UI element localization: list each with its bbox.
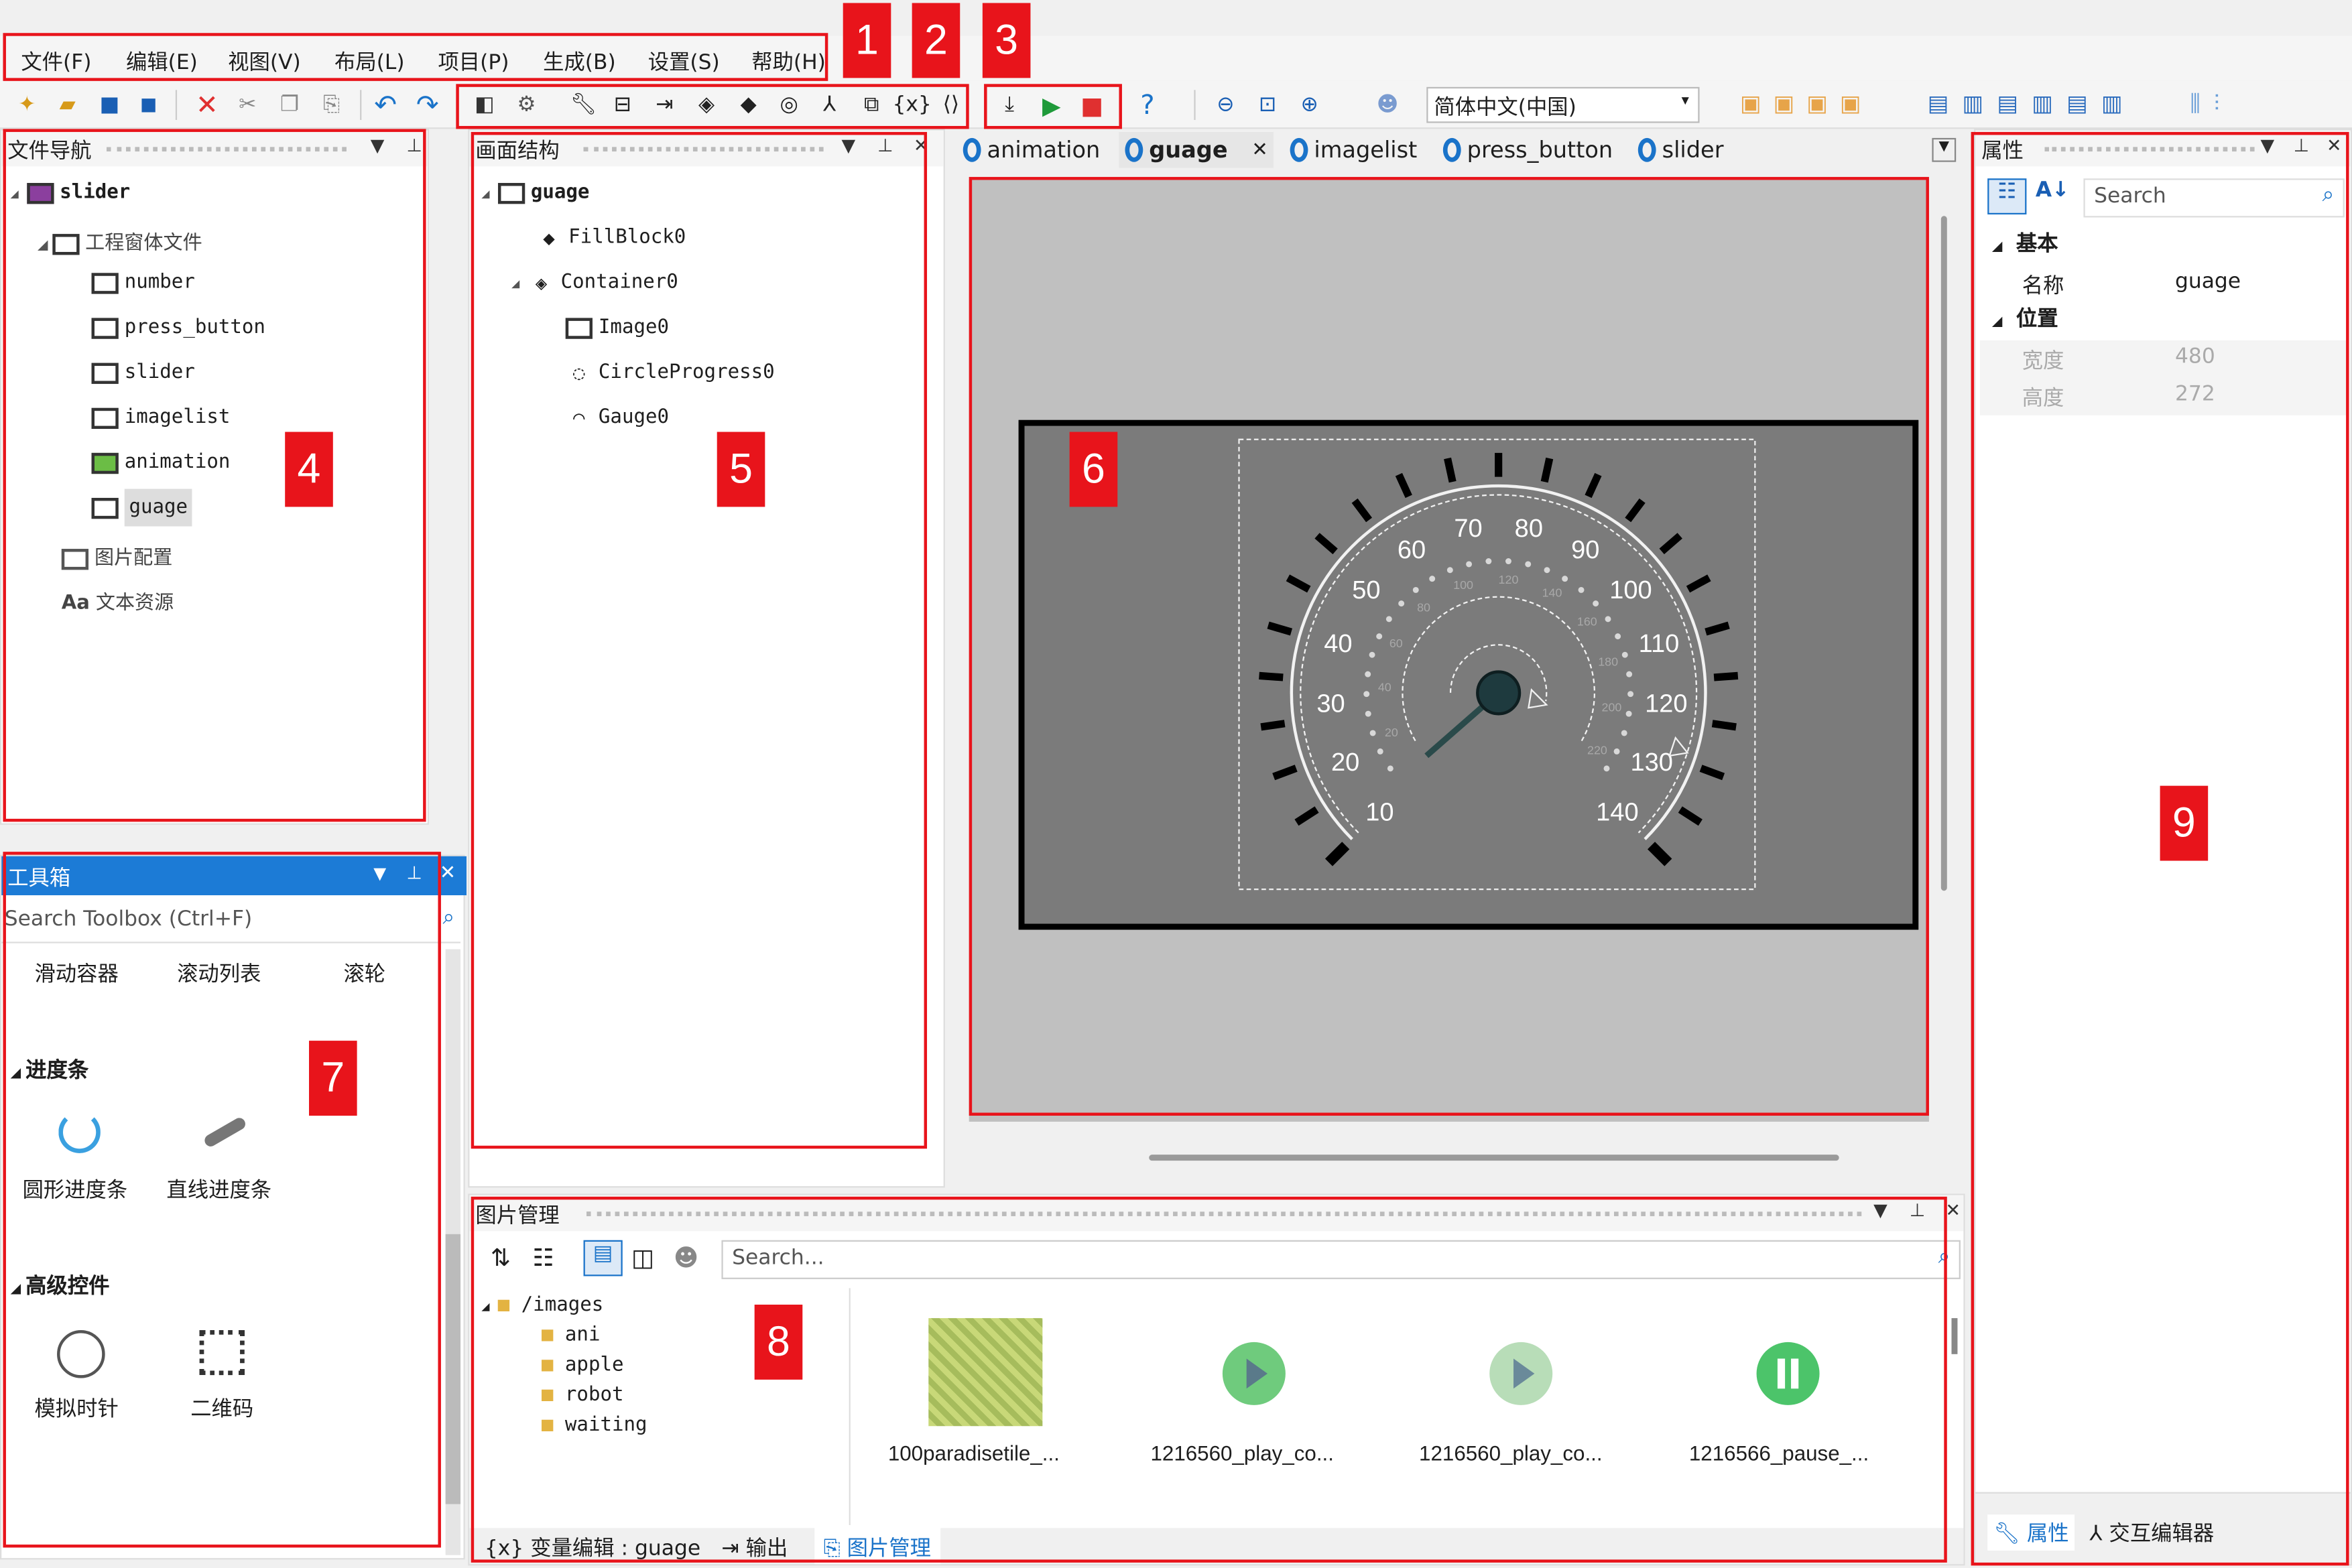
delete-icon[interactable]: ✕: [190, 88, 223, 121]
zoom-out-icon[interactable]: ⊖: [1209, 88, 1242, 121]
annotation-box-7: [3, 852, 441, 1548]
copy-icon[interactable]: ❐: [273, 88, 306, 121]
document-icon: [1125, 137, 1143, 162]
save-icon[interactable]: ■: [93, 88, 126, 121]
editor-tabs: animation guage ✕ imagelist press_button …: [948, 129, 1969, 172]
tab-animation[interactable]: animation: [963, 132, 1100, 168]
align-group-icons: ▣▣▣▣: [1739, 90, 1873, 117]
language-select[interactable]: 简体中文(中国) ▾: [1426, 86, 1700, 123]
chevron-down-icon: ▾: [1681, 92, 1689, 110]
close-icon[interactable]: ✕: [1251, 139, 1267, 161]
toolbox-scrollbar[interactable]: [445, 949, 461, 1555]
annotation-box-6: [969, 177, 1929, 1116]
cut-icon[interactable]: ✂: [231, 88, 264, 121]
tab-imagelist[interactable]: imagelist: [1290, 132, 1417, 168]
help-icon[interactable]: ?: [1131, 88, 1164, 121]
paste-icon[interactable]: ⎘: [315, 88, 348, 121]
language-value: 简体中文(中国): [1434, 96, 1576, 121]
badge-7: 7: [309, 1041, 357, 1116]
badge-1: 1: [843, 3, 891, 78]
close-icon[interactable]: ✕: [1946, 1199, 1961, 1220]
redo-icon[interactable]: ↷: [411, 88, 444, 121]
image-grid-scrollbar[interactable]: [1951, 1318, 1958, 1354]
vertical-scrollbar[interactable]: [1940, 216, 1947, 891]
layout-group-icons: ▤▥▤▥▤▥: [1927, 90, 2136, 117]
badge-4: 4: [285, 432, 333, 507]
document-icon: [963, 137, 981, 162]
open-icon[interactable]: ▰: [51, 88, 84, 121]
close-icon[interactable]: ✕: [440, 862, 456, 885]
tab-overflow-icon[interactable]: ▼: [1932, 137, 1957, 162]
annotation-box-8: [471, 1196, 1947, 1563]
document-icon: [1442, 137, 1461, 162]
undo-icon[interactable]: ↶: [369, 88, 402, 121]
annotation-box-2: [456, 84, 969, 129]
badge-6: 6: [1069, 432, 1118, 507]
save-all-icon[interactable]: ◼: [132, 88, 165, 121]
badge-2: 2: [912, 3, 961, 78]
horizontal-scrollbar[interactable]: [1149, 1155, 1839, 1161]
badge-5: 5: [717, 432, 765, 507]
app-window: 文件(F) 编辑(E) 视图(V) 布局(L) 项目(P) 生成(B) 设置(S…: [0, 0, 2352, 1568]
zoom-fit-icon[interactable]: ⊡: [1251, 88, 1284, 121]
distribute-icons: ⫼⫶: [2190, 90, 2233, 117]
zoom-in-icon[interactable]: ⊕: [1293, 88, 1326, 121]
annotation-box-4: [3, 129, 426, 822]
annotation-box-5: [471, 131, 928, 1149]
document-icon: [1637, 137, 1656, 162]
badge-3: 3: [982, 3, 1031, 78]
tab-press-button[interactable]: press_button: [1442, 132, 1613, 168]
annotation-box-1: [3, 33, 828, 81]
new-file-icon[interactable]: ✦: [11, 88, 44, 121]
toolbar: ✦ ▰ ■ ◼ ✕ ✂ ❐ ⎘ ↶ ↷ ◧ ⚙ 🔧︎ ⊟ ⇥ ◈ ◆ ◎ ⅄ ⧉…: [0, 80, 2352, 129]
user-icon[interactable]: ☻: [1371, 88, 1404, 121]
badge-9: 9: [2160, 785, 2209, 861]
search-icon: ⌕: [442, 905, 455, 930]
tab-guage[interactable]: guage ✕: [1119, 131, 1274, 168]
tab-slider[interactable]: slider: [1637, 132, 1724, 168]
annotation-box-3: [984, 84, 1122, 129]
badge-8: 8: [754, 1304, 803, 1380]
document-icon: [1290, 137, 1308, 162]
